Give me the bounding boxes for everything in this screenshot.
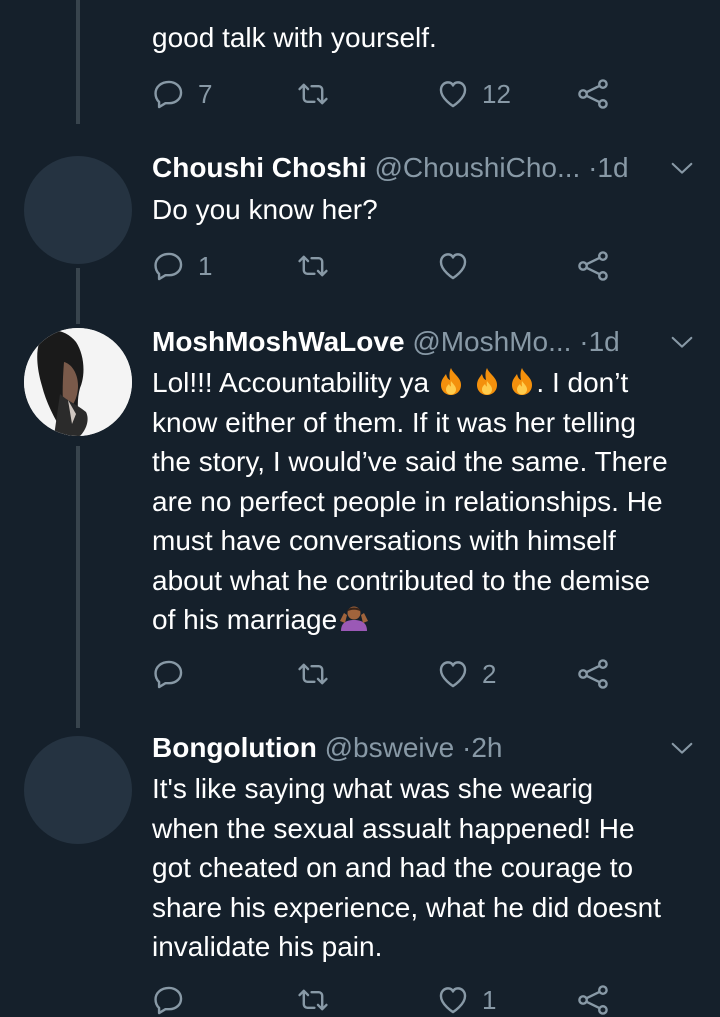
reply-count: 1 [198,250,213,281]
tweet-header: Bongolution @bsweive ·2h [152,728,696,768]
tweet-thread: good talk with yourself. 7 12 Choushi Ch… [0,0,720,1017]
separator-dot: · [461,732,472,763]
timestamp[interactable]: 2h [471,732,502,763]
retweet-icon [298,255,328,277]
tweet-actions: 7 12 [152,74,712,114]
share-button[interactable] [576,246,610,286]
like-count: 1 [482,984,497,1015]
display-name[interactable]: Choushi Choshi [152,152,367,183]
heart-icon [439,661,467,688]
tweet-text: It's like saying what was she wearig whe… [152,773,661,962]
share-button[interactable] [576,74,610,114]
reply-count: 7 [198,78,213,109]
separator-dot: · [579,326,589,357]
like-count: 2 [482,658,497,689]
tweet-text: good talk with yourself. [152,22,437,53]
reply-button[interactable]: 1 [152,246,212,286]
retweet-button[interactable] [296,74,342,114]
like-button[interactable]: 2 [436,654,496,694]
fire-emoji [476,368,497,395]
share-icon [578,659,608,689]
fire-emoji [440,368,461,395]
like-button[interactable]: 1 [436,980,496,1017]
share-button[interactable] [576,654,610,694]
chevron-down-icon[interactable] [668,328,696,356]
timestamp[interactable]: 1d [589,326,620,357]
avatar[interactable] [24,328,132,436]
chevron-down-icon[interactable] [668,734,696,762]
reply-icon [154,660,183,689]
retweet-icon [298,83,328,105]
user-handle[interactable]: @MoshMo... [412,326,571,357]
timestamp[interactable]: 1d [597,152,628,183]
display-name[interactable]: Bongolution [152,732,317,763]
reply-button[interactable] [152,980,198,1017]
user-handle[interactable]: @bsweive [325,732,455,763]
heart-icon [439,253,467,280]
tweet-header: Choushi Choshi @ChoushiCho... ·1d [152,148,696,188]
thread-line [76,268,80,324]
reply-icon [154,252,183,281]
retweet-icon [298,989,328,1011]
reply-button[interactable] [152,654,198,694]
user-handle[interactable]: @ChoushiCho... [374,152,580,183]
reply-icon [154,986,183,1015]
retweet-button[interactable] [296,654,342,694]
avatar[interactable] [24,156,132,264]
share-button[interactable] [576,980,610,1017]
like-count: 12 [482,78,511,109]
like-button[interactable] [436,246,482,286]
shrug-emoji [340,606,369,631]
profile-photo [24,328,132,436]
retweet-button[interactable] [296,980,342,1017]
tweet-text-part: Lol!!! Accountability ya [152,367,437,398]
share-icon [578,985,608,1015]
avatar[interactable] [24,736,132,844]
thread-line [76,446,80,728]
tweet-text-part: . I don’t know either of them. If it was… [152,367,668,635]
tweet-actions: 1 [152,246,712,286]
display-name[interactable]: MoshMoshWaLove [152,326,405,357]
tweet-text: Do you know her? [152,194,378,225]
separator-dot: · [588,152,598,183]
retweet-icon [298,663,328,685]
thread-line [76,0,80,124]
retweet-button[interactable] [296,246,342,286]
fire-emoji [512,368,533,395]
share-icon [578,79,608,109]
tweet-header: MoshMoshWaLove @MoshMo... ·1d [152,322,696,362]
tweet-actions: 2 [152,654,712,694]
reply-icon [154,80,183,109]
like-button[interactable]: 12 [436,74,511,114]
heart-icon [439,81,467,108]
share-icon [578,251,608,281]
reply-button[interactable]: 7 [152,74,212,114]
heart-icon [439,987,467,1014]
chevron-down-icon[interactable] [668,154,696,182]
tweet-text: Lol!!! Accountability ya . I don’t know … [152,363,700,640]
tweet-actions: 1 [152,980,712,1017]
